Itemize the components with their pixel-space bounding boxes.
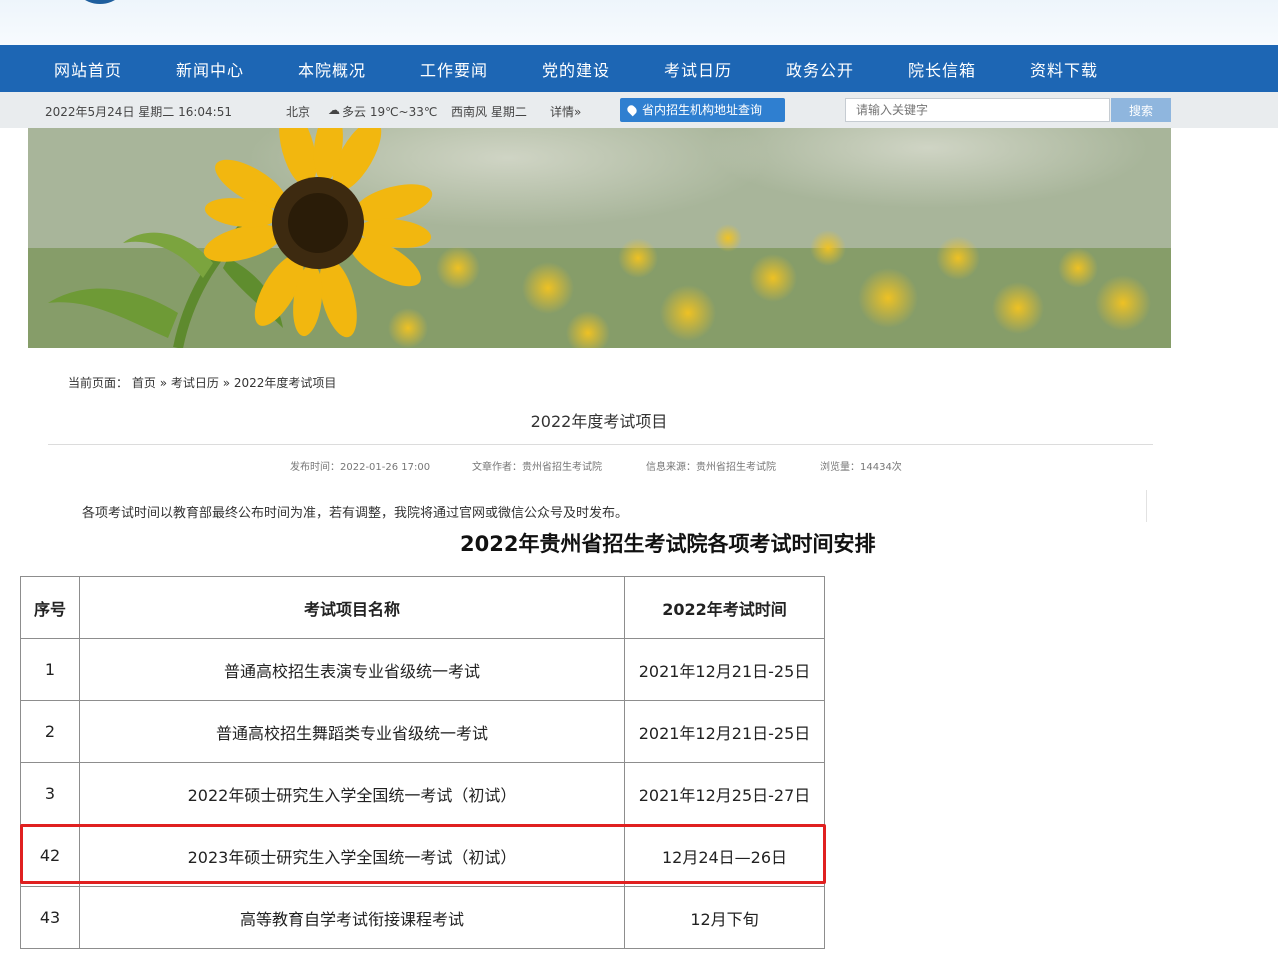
table-title: 2022年贵州省招生考试院各项考试时间安排 bbox=[460, 532, 876, 556]
main-nav: 网站首页 新闻中心 本院概况 工作要闻 党的建设 考试日历 政务公开 院长信箱 … bbox=[0, 45, 1278, 92]
table-row: 43 高等教育自学考试衔接课程考试 12月下旬 bbox=[20, 886, 825, 949]
weather-detail-link[interactable]: 详情» bbox=[550, 103, 581, 120]
weather-icon: ☁ bbox=[328, 103, 340, 117]
nav-news[interactable]: 新闻中心 bbox=[176, 57, 298, 81]
row-exam-name: 2023年硕士研究生入学全国统一考试（初试） bbox=[79, 824, 625, 887]
row-exam-time: 12月下旬 bbox=[624, 886, 825, 949]
row-index: 1 bbox=[20, 638, 80, 701]
weather-city: 北京 bbox=[286, 105, 311, 119]
nav-about[interactable]: 本院概况 bbox=[298, 57, 420, 81]
article-publish-time: 发布时间：2022-01-26 17:00 bbox=[290, 462, 431, 473]
article-views: 浏览量：14434次 bbox=[820, 462, 902, 473]
breadcrumb-current: 2022年度考试项目 bbox=[233, 376, 337, 390]
weather-text: 多云 19℃~33℃ bbox=[342, 105, 438, 119]
nav-exam-calendar[interactable]: 考试日历 bbox=[664, 57, 786, 81]
nav-work-news[interactable]: 工作要闻 bbox=[420, 57, 542, 81]
table-row: 1 普通高校招生表演专业省级统一考试 2021年12月21日-25日 bbox=[20, 638, 825, 701]
title-divider bbox=[48, 444, 1153, 445]
weather-wind: 西南风 星期二 bbox=[451, 105, 527, 119]
row-index: 43 bbox=[20, 886, 80, 949]
nav-mailbox[interactable]: 院长信箱 bbox=[908, 57, 1030, 81]
location-pin-icon bbox=[625, 103, 639, 117]
table-row: 3 2022年硕士研究生入学全国统一考试（初试） 2021年12月25日-27日 bbox=[20, 762, 825, 825]
address-lookup-button[interactable]: 省内招生机构地址查询 bbox=[620, 98, 785, 122]
address-lookup-label: 省内招生机构地址查询 bbox=[642, 103, 763, 117]
nav-downloads[interactable]: 资料下载 bbox=[1030, 57, 1152, 81]
nav-government[interactable]: 政务公开 bbox=[786, 57, 908, 81]
site-header bbox=[0, 0, 1278, 45]
row-exam-name: 高等教育自学考试衔接课程考试 bbox=[79, 886, 625, 949]
row-exam-name: 2022年硕士研究生入学全国统一考试（初试） bbox=[79, 762, 625, 825]
header-exam-name: 考试项目名称 bbox=[79, 576, 625, 639]
header-exam-time: 2022年考试时间 bbox=[624, 576, 825, 639]
table-row-highlighted: 42 2023年硕士研究生入学全国统一考试（初试） 12月24日—26日 bbox=[20, 824, 825, 887]
info-bar: 2022年5月24日 星期二 16:04:51 北京 ☁ 多云 19℃~33℃ … bbox=[0, 92, 1278, 128]
article-title: 2022年度考试项目 bbox=[530, 412, 668, 431]
row-exam-name: 普通高校招生舞蹈类专业省级统一考试 bbox=[79, 700, 625, 763]
breadcrumb-separator: » bbox=[222, 376, 231, 390]
table-row: 2 普通高校招生舞蹈类专业省级统一考试 2021年12月21日-25日 bbox=[20, 700, 825, 763]
nav-home[interactable]: 网站首页 bbox=[54, 57, 176, 81]
breadcrumb: 当前页面： 首页 » 考试日历 » 2022年度考试项目 bbox=[68, 374, 336, 391]
breadcrumb-separator: » bbox=[159, 376, 168, 390]
sunflower-banner-image bbox=[28, 128, 1171, 348]
row-exam-time: 2021年12月21日-25日 bbox=[624, 638, 825, 701]
search-input[interactable] bbox=[845, 98, 1110, 122]
article-author: 文章作者：贵州省招生考试院 bbox=[472, 462, 602, 473]
site-logo[interactable] bbox=[70, 0, 130, 4]
breadcrumb-prefix: 当前页面： bbox=[68, 376, 129, 390]
article-source: 信息来源：贵州省招生考试院 bbox=[646, 462, 776, 473]
sunflower-banner bbox=[28, 128, 1171, 348]
table-header-row: 序号 考试项目名称 2022年考试时间 bbox=[20, 576, 825, 639]
nav-party[interactable]: 党的建设 bbox=[542, 57, 664, 81]
exam-schedule-table: 序号 考试项目名称 2022年考试时间 1 普通高校招生表演专业省级统一考试 2… bbox=[20, 576, 825, 949]
breadcrumb-home-link[interactable]: 首页 bbox=[132, 376, 156, 390]
row-exam-time: 2021年12月21日-25日 bbox=[624, 700, 825, 763]
search-button[interactable]: 搜索 bbox=[1111, 98, 1171, 122]
row-index: 2 bbox=[20, 700, 80, 763]
breadcrumb-category-link[interactable]: 考试日历 bbox=[171, 376, 219, 390]
row-exam-time: 2021年12月25日-27日 bbox=[624, 762, 825, 825]
article-notice: 各项考试时间以教育部最终公布时间为准，若有调整，我院将通过官网或微信公众号及时发… bbox=[82, 506, 629, 521]
row-index: 3 bbox=[20, 762, 80, 825]
row-index: 42 bbox=[20, 824, 80, 887]
current-datetime: 2022年5月24日 星期二 16:04:51 bbox=[45, 105, 232, 119]
row-exam-name: 普通高校招生表演专业省级统一考试 bbox=[79, 638, 625, 701]
header-index: 序号 bbox=[20, 576, 80, 639]
row-exam-time: 12月24日—26日 bbox=[624, 824, 825, 887]
